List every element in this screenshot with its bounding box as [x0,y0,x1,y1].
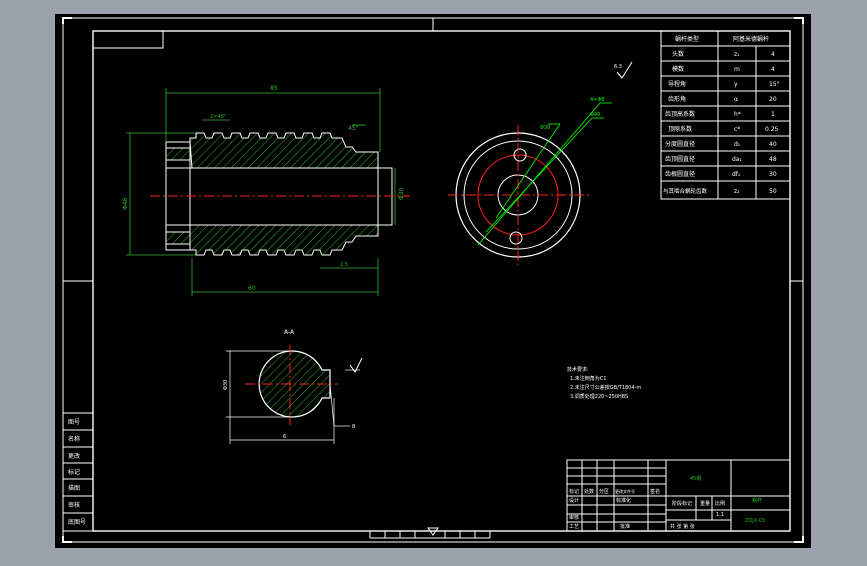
param-name: 头数 [672,50,684,58]
dim-left-diameter: Φ48 [122,197,129,210]
left-tapped-hole-lower [165,231,191,245]
dim-bottom-length: 2.5 [340,262,348,268]
tb-row-label: 签名 [650,488,660,495]
param-value: 4 [771,51,775,58]
tb-scale-label: 比例 [715,500,725,507]
cad-window: 图号 名称 更改 标记 描图 审核 底图号 85 Φ48 60 Φ30 2×45… [0,0,867,562]
tb-weight-label: 重量 [700,500,710,507]
dim-chamfer: 45° [348,125,359,132]
roughness-value: 6.3 [614,64,622,70]
tb-scale: 1:1 [716,512,724,518]
section-dim-key-depth: 6 [283,434,286,440]
side-label: 图号 [68,419,80,426]
tb-standard: 标准化 [616,497,631,504]
tech-note-line: 1.未注倒角为C1 [570,375,606,382]
param-name: 导程角 [668,80,686,88]
param-symbol: α [734,96,738,103]
param-value: 30 [769,171,777,178]
side-label: 底图号 [68,518,86,526]
param-name: 齿根圆直径 [665,170,695,178]
param-symbol: c* [734,126,740,133]
section-label: A-A [284,329,295,336]
section-dim-diameter: Φ30 [223,380,229,390]
tech-note-line: 3.调质处理220~250HBS [570,393,628,400]
param-name: 与其啮合蜗轮齿数 [663,187,708,195]
param-value: 0.25 [765,126,779,133]
param-name: 齿顶圆直径 [665,155,695,163]
tb-material: 45钢 [690,475,701,482]
tb-row-label: 更改文件号 [615,488,635,494]
param-name: 齿形角 [668,95,686,103]
param-symbol: df₁ [732,171,741,178]
param-value: 48 [769,156,777,163]
side-label: 名称 [68,435,80,443]
param-symbol: h* [734,111,741,118]
tech-note-line: 2.未注尺寸公差按GB/T1804-m [570,384,641,391]
param-value: 4 [771,66,775,73]
param-symbol: γ [734,81,738,88]
param-value: 40 [769,141,777,148]
tb-checker: 审核 [569,514,579,521]
param-name: 齿顶高系数 [665,110,695,118]
side-label: 更改 [68,452,80,460]
param-name: 分度圆直径 [665,140,695,148]
side-label: 审核 [68,501,80,509]
param-symbol: da₁ [732,156,742,163]
tb-part-name: 蜗杆 [752,497,762,504]
end-label-bolt-circle: Φ40 [590,112,600,118]
param-symbol: m [734,66,740,73]
drawing-svg: 图号 名称 更改 标记 描图 审核 底图号 85 Φ48 60 Φ30 2×45… [55,14,811,548]
tb-drawing-no: ZDJX-03 [745,518,765,524]
tb-sheet: 共 张 第 张 [670,523,695,530]
section-dim-key-width: 8 [352,424,355,430]
param-symbol: z₂ [734,188,740,195]
param-header-value: 阿基米德蜗杆 [733,35,769,43]
param-symbol: d₁ [734,141,741,148]
drawing-canvas[interactable] [55,14,811,548]
side-label: 标记 [68,468,80,476]
tb-designer: 设计 [569,497,579,504]
side-label: 描图 [68,484,80,492]
tb-approve: 批准 [620,523,630,530]
param-value: 50 [769,188,777,195]
end-label-bore: Φ30 [540,125,550,131]
dim-total-length: 85 [270,85,278,92]
param-value: 1 [771,111,775,118]
param-name: 模数 [672,65,684,73]
tech-notes-title: 技术要求: [567,366,589,373]
param-symbol: z₁ [734,51,740,58]
param-value: 15° [769,81,780,88]
param-header-type: 蜗杆类型 [675,35,699,43]
dim-small-chamfer: 2×45° [210,114,227,120]
tb-row-label: 标记 [569,488,579,495]
tb-process: 工艺 [569,524,579,530]
param-name: 顶隙系数 [668,125,692,133]
dim-right-diameter: Φ30 [398,187,405,200]
tb-row-label: 分区 [599,488,609,495]
end-label-holes: 4×Φ8 [590,97,605,103]
param-value: 20 [769,96,777,103]
tb-row-label: 处数 [584,488,594,495]
dim-thread-length: 60 [248,285,256,292]
tb-stage-label: 阶段标记 [672,500,692,507]
left-tapped-hole-upper [165,147,191,161]
